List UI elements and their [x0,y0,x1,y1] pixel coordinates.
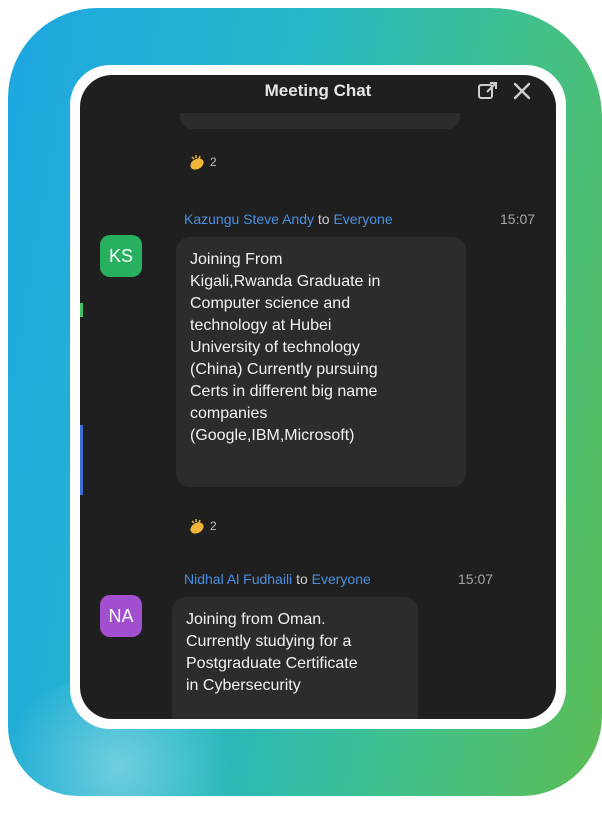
sender-name[interactable]: Kazungu Steve Andy [184,211,314,227]
previous-message-bubble [180,113,460,129]
message-line: (Google,IBM,Microsoft) [190,427,355,444]
message-line: Computer science and [190,295,351,312]
chat-header: Meeting Chat [80,75,556,115]
recipient-name[interactable]: Everyone [333,211,392,227]
reaction-badge[interactable]: 2 [188,517,217,535]
message-line: University of technology [190,339,360,356]
message-time: 15:07 [458,571,494,587]
side-indicator [80,425,83,495]
message-line: Joining from Oman. [186,611,326,628]
message-line: (China) Currently pursuing [190,361,378,378]
to-label: to [317,211,330,227]
popout-icon[interactable] [476,79,500,103]
message-line: technology at Hubei [190,317,332,334]
avatar[interactable]: NA [100,595,142,637]
message-sender-line: Kazungu Steve Andy to Everyone [184,211,393,227]
sender-name[interactable]: Nidhal Al Fudhaili [184,571,292,587]
message-sender-line: Nidhal Al Fudhaili to Everyone [184,571,371,587]
gradient-frame: Meeting Chat 2 Kazungu Steve Andy to Eve… [8,8,602,796]
message-time: 15:07 [500,211,536,227]
message-bubble[interactable]: Joining From Kigali,Rwanda Graduate in C… [176,237,466,487]
message-line: Postgraduate Certificate [186,655,358,672]
avatar-initials: NA [108,605,134,626]
white-card-border: Meeting Chat 2 Kazungu Steve Andy to Eve… [70,65,566,729]
side-indicator [80,303,83,317]
message-line: Certs in different big name [190,383,378,400]
message-line: Currently studying for a [186,633,352,650]
reaction-badge[interactable]: 2 [188,153,217,171]
clapping-hands-icon [188,517,206,535]
message-line: companies [190,405,268,422]
meeting-chat-panel: Meeting Chat 2 Kazungu Steve Andy to Eve… [80,75,556,719]
message-line: Kigali,Rwanda Graduate in [190,273,381,290]
to-label: to [296,571,308,587]
reaction-count: 2 [210,519,217,533]
message-line: in Cybersecurity [186,677,301,694]
reaction-count: 2 [210,155,217,169]
avatar-initials: KS [108,245,133,266]
close-icon[interactable] [510,79,534,103]
message-bubble[interactable]: Joining from Oman. Currently studying fo… [172,597,418,719]
recipient-name[interactable]: Everyone [312,571,371,587]
message-line: Joining From [190,251,283,268]
avatar[interactable]: KS [100,235,142,277]
clapping-hands-icon [188,153,206,171]
